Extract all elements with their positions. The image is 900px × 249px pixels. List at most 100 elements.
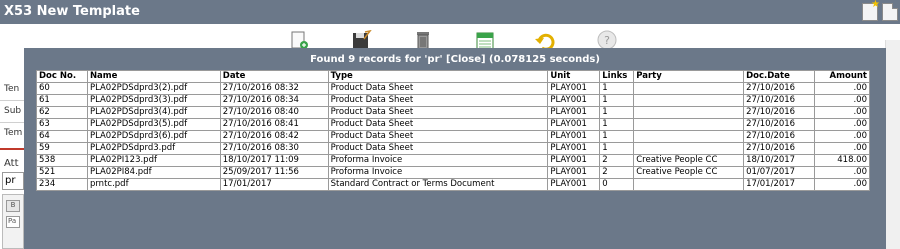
save-icon[interactable]	[350, 30, 372, 50]
divider	[0, 148, 26, 150]
table-row[interactable]: 521 PLA02PI84.pdf 25/09/2017 11:56 Profo…	[36, 166, 870, 179]
field-label-template: Ten	[4, 84, 20, 94]
cell-unit: PLAY001	[547, 118, 601, 131]
cell-amount: 418.00	[814, 154, 870, 167]
cell-name[interactable]: PLA02PDSdprd3(2).pdf	[86, 82, 221, 95]
table-row[interactable]: 234 prntc.pdf 17/01/2017 Standard Contra…	[36, 178, 870, 191]
cell-party: Creative People CC	[633, 154, 745, 167]
cell-amount: .00	[814, 142, 870, 155]
cell-type: Product Data Sheet	[327, 130, 549, 143]
cell-amount: .00	[814, 130, 870, 143]
cell-unit: PLAY001	[547, 82, 601, 95]
cell-doc-date: 18/10/2017	[743, 154, 815, 167]
cell-type: Standard Contract or Terms Document	[327, 178, 549, 191]
cell-party	[633, 82, 745, 95]
column-header-amount[interactable]: Amount	[814, 70, 870, 83]
cell-type: Product Data Sheet	[327, 142, 549, 155]
column-header-links[interactable]: Links	[599, 70, 635, 83]
cell-name[interactable]: PLA02PDSdprd3(6).pdf	[86, 130, 221, 143]
column-header-date[interactable]: Date	[219, 70, 329, 83]
undo-icon[interactable]	[534, 30, 556, 50]
cell-date: 27/10/2016 08:32	[219, 82, 329, 95]
column-header-unit[interactable]: Unit	[547, 70, 601, 83]
attachment-search-input[interactable]: pr	[2, 172, 24, 190]
calendar-icon[interactable]	[474, 30, 496, 50]
cell-unit: PLAY001	[547, 106, 601, 119]
table-row[interactable]: 538 PLA02PI123.pdf 18/10/2017 11:09 Prof…	[36, 154, 870, 167]
help-icon[interactable]: ?	[596, 30, 618, 50]
cell-doc-no[interactable]: 62	[36, 106, 88, 119]
column-header-party[interactable]: Party	[633, 70, 745, 83]
new-document-icon[interactable]	[288, 30, 310, 50]
table-row[interactable]: 60 PLA02PDSdprd3(2).pdf 27/10/2016 08:32…	[36, 82, 870, 95]
table-row[interactable]: 63 PLA02PDSdprd3(5).pdf 27/10/2016 08:41…	[36, 118, 870, 131]
cell-unit: PLAY001	[547, 94, 601, 107]
field-label-subject: Sub	[4, 106, 22, 116]
cell-doc-date: 27/10/2016	[743, 106, 815, 119]
column-header-doc-date[interactable]: Doc.Date	[743, 70, 815, 83]
cell-unit: PLAY001	[547, 154, 601, 167]
cell-unit: PLAY001	[547, 130, 601, 143]
cell-name[interactable]: PLA02PI123.pdf	[86, 154, 221, 167]
table-row[interactable]: 64 PLA02PDSdprd3(6).pdf 27/10/2016 08:42…	[36, 130, 870, 143]
cell-name[interactable]: PLA02PDSdprd3(3).pdf	[86, 94, 221, 107]
cell-amount: .00	[814, 94, 870, 107]
cell-links: 1	[599, 118, 635, 131]
cell-name[interactable]: prntc.pdf	[86, 178, 221, 191]
cell-doc-date: 27/10/2016	[743, 130, 815, 143]
column-header-doc-no[interactable]: Doc No.	[36, 70, 88, 83]
bold-button[interactable]: B	[6, 200, 20, 212]
cell-unit: PLAY001	[547, 166, 601, 179]
cell-amount: .00	[814, 106, 870, 119]
cell-links: 1	[599, 130, 635, 143]
cell-name[interactable]: PLA02PI84.pdf	[86, 166, 221, 179]
cell-name[interactable]: PLA02PDSdprd3(4).pdf	[86, 106, 221, 119]
document-icon[interactable]	[882, 3, 898, 21]
trash-icon[interactable]	[412, 30, 434, 50]
cell-doc-no[interactable]: 61	[36, 94, 88, 107]
table-row[interactable]: 59 PLA02PDSdprd3.pdf 27/10/2016 08:30 Pr…	[36, 142, 870, 155]
cell-party: Creative People CC	[633, 166, 745, 179]
cell-date: 27/10/2016 08:30	[219, 142, 329, 155]
cell-links: 1	[599, 94, 635, 107]
cell-unit: PLAY001	[547, 178, 601, 191]
cell-links: 1	[599, 142, 635, 155]
cell-date: 27/10/2016 08:34	[219, 94, 329, 107]
new-template-icon[interactable]: ★	[862, 0, 880, 21]
cell-doc-date: 17/01/2017	[743, 178, 815, 191]
cell-doc-no[interactable]: 234	[36, 178, 88, 191]
cell-doc-no[interactable]: 59	[36, 142, 88, 155]
cell-links: 1	[599, 106, 635, 119]
cell-name[interactable]: PLA02PDSdprd3.pdf	[86, 142, 221, 155]
star-icon: ★	[871, 0, 880, 10]
paragraph-select[interactable]: Pa	[6, 216, 20, 228]
cell-doc-no[interactable]: 538	[36, 154, 88, 167]
cell-doc-no[interactable]: 60	[36, 82, 88, 95]
cell-date: 18/10/2017 11:09	[219, 154, 329, 167]
cell-doc-date: 27/10/2016	[743, 82, 815, 95]
scrollbar[interactable]	[885, 40, 900, 249]
field-label-template-type: Tem	[4, 128, 23, 138]
cell-links: 2	[599, 154, 635, 167]
cell-doc-no[interactable]: 63	[36, 118, 88, 131]
cell-party	[633, 178, 745, 191]
title-bar: X53 New Template ★	[0, 0, 900, 24]
column-header-type[interactable]: Type	[327, 70, 549, 83]
cell-amount: .00	[814, 166, 870, 179]
results-header[interactable]: Found 9 records for 'pr' [Close] (0.0781…	[24, 54, 886, 65]
editor-panel: B Pa	[2, 194, 24, 249]
cell-doc-no[interactable]: 64	[36, 130, 88, 143]
cell-doc-no[interactable]: 521	[36, 166, 88, 179]
table-row[interactable]: 62 PLA02PDSdprd3(4).pdf 27/10/2016 08:40…	[36, 106, 870, 119]
cell-amount: .00	[814, 118, 870, 131]
cell-type: Product Data Sheet	[327, 82, 549, 95]
cell-amount: .00	[814, 82, 870, 95]
cell-name[interactable]: PLA02PDSdprd3(5).pdf	[86, 118, 221, 131]
cell-links: 0	[599, 178, 635, 191]
cell-date: 17/01/2017	[219, 178, 329, 191]
cell-date: 27/10/2016 08:41	[219, 118, 329, 131]
cell-party	[633, 142, 745, 155]
cell-type: Product Data Sheet	[327, 118, 549, 131]
table-row[interactable]: 61 PLA02PDSdprd3(3).pdf 27/10/2016 08:34…	[36, 94, 870, 107]
column-header-name[interactable]: Name	[86, 70, 221, 83]
